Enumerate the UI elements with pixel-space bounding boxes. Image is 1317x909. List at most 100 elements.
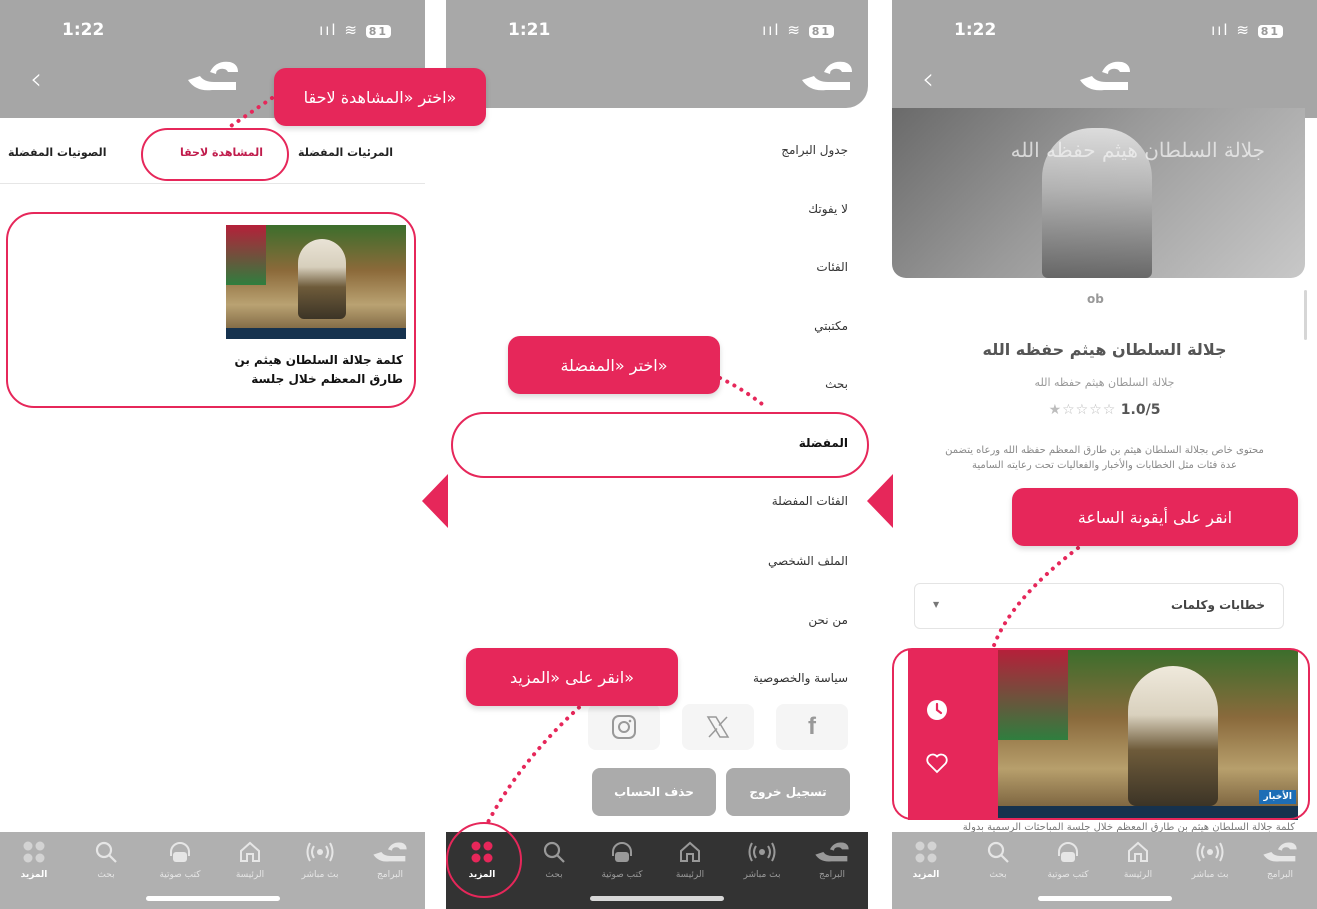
flow-arrow-icon (867, 474, 893, 528)
menu-favorite-categories[interactable]: الفئات المفضلة (772, 494, 848, 508)
category-dropdown[interactable]: خطابات وكلمات ▼ (914, 583, 1284, 629)
video-title: كلمة جلالة السلطان هيثم بن طارق المعظم خ… (234, 353, 403, 386)
menu-profile[interactable]: الملف الشخصي (768, 554, 848, 568)
nav-more[interactable]: المزيد (4, 832, 64, 892)
program-title: جلالة السلطان هيثم حفظه الله (982, 340, 1227, 359)
signal-icon: ııl ≋ (1211, 21, 1251, 39)
nav-home[interactable]: الرئيسة (660, 832, 720, 892)
nav-more[interactable]: المزيد (452, 832, 512, 892)
episode-item[interactable]: الأخبار (908, 650, 1298, 820)
bottom-nav: المزيد بحث كتب صوتية الرئيسة بث مباشر ال… (446, 832, 868, 909)
program-subtitle: جلالة السلطان هيثم حفظه الله (1034, 376, 1175, 389)
menu-schedule[interactable]: جدول البرامج (781, 143, 848, 157)
back-icon[interactable]: ‹ (922, 62, 934, 97)
nav-home[interactable]: الرئيسة (1108, 832, 1168, 892)
video-thumbnail (226, 225, 406, 339)
home-indicator (590, 896, 724, 901)
callout-clock: انقر على أيقونة الساعة (1012, 488, 1298, 546)
heart-icon[interactable] (925, 751, 949, 775)
logo-icon (815, 842, 849, 862)
grid-dots-icon (915, 841, 937, 863)
nav-audiobooks[interactable]: كتب صوتية (150, 832, 210, 892)
more-menu-screen: 1:21 ııl ≋ 81 جدول البرامج لا يفوتك الفئ… (446, 0, 868, 909)
nav-search[interactable]: بحث (76, 832, 136, 892)
home-indicator (145, 896, 280, 901)
bottom-nav: المزيد بحث كتب صوتية الرئيسة بث مباشر ال… (0, 832, 425, 909)
watch-later-screen: 1:22 ııl ≋ 81 ‹ المرئيات المفضلة المشاهد… (0, 0, 425, 909)
status-time: 1:21 (508, 20, 551, 40)
instagram-icon[interactable] (588, 704, 660, 750)
menu-favorites[interactable]: المفضلة (799, 436, 848, 450)
nav-audiobooks[interactable]: كتب صوتية (592, 832, 652, 892)
flow-arrow-icon (422, 474, 448, 528)
menu-my-library[interactable]: مكتبتي (814, 319, 848, 333)
battery-icon: 81 (808, 25, 834, 38)
battery-icon: 81 (1257, 25, 1283, 38)
episode-actions (908, 650, 998, 820)
app-logo-icon (1079, 61, 1130, 91)
rating-stars[interactable]: ★☆☆☆☆ (1049, 402, 1117, 418)
signal-icon: ııl ≋ (319, 21, 359, 39)
search-icon (95, 841, 117, 863)
channel-logo: ob (1087, 292, 1104, 306)
tab-favorite-audio[interactable]: الصوتيات المفضلة (8, 146, 106, 159)
app-logo-icon (802, 61, 852, 91)
bottom-nav: المزيد بحث كتب صوتية الرئيسة بث مباشر ال… (892, 832, 1317, 909)
broadcast-icon (306, 842, 334, 862)
home-icon (680, 841, 700, 862)
logout-button[interactable]: تسجيل خروج (726, 768, 850, 816)
callout-more: انقر على «المزيد» (466, 648, 678, 706)
search-icon (987, 841, 1009, 863)
watch-later-item[interactable]: كلمة جلالة السلطان هيثم بن طارق المعظم خ… (14, 225, 413, 400)
app-logo-icon (187, 61, 238, 91)
headphones-icon (1058, 842, 1078, 862)
program-hero-image: جلالة السلطان هيثم حفظه الله (892, 108, 1305, 278)
tab-favorite-videos[interactable]: المرئيات المفضلة (298, 146, 393, 159)
nav-programs[interactable]: البرامج (1250, 832, 1310, 892)
status-bar: 1:22 ııl ≋ 81 (0, 0, 425, 60)
nav-audiobooks[interactable]: كتب صوتية (1038, 832, 1098, 892)
facebook-icon[interactable]: f (776, 704, 848, 750)
menu-about-us[interactable]: من نحن (808, 613, 848, 627)
status-bar: 1:22 ııl ≋ 81 (892, 0, 1317, 60)
back-icon[interactable]: ‹ (30, 62, 42, 97)
scrollbar[interactable] (1304, 290, 1307, 340)
menu-privacy-policy[interactable]: سياسة والخصوصية (753, 671, 848, 685)
chevron-down-icon: ▼ (933, 600, 940, 609)
menu-categories[interactable]: الفئات (816, 260, 848, 274)
grid-dots-icon (23, 841, 45, 863)
nav-more[interactable]: المزيد (896, 832, 956, 892)
menu-search[interactable]: بحث (825, 377, 848, 391)
callout-favorites: اختر «المفضلة» (508, 336, 720, 394)
logo-icon (373, 842, 407, 862)
episode-thumbnail[interactable]: الأخبار (998, 650, 1298, 820)
broadcast-icon (1196, 842, 1224, 862)
signal-icon: ııl ≋ (762, 21, 802, 39)
home-icon (1128, 841, 1148, 862)
program-detail-screen: 1:22 ııl ≋ 81 ‹ جلالة السلطان هيثم حفظه … (892, 0, 1317, 909)
home-icon (240, 841, 260, 862)
search-icon (543, 841, 565, 863)
nav-programs[interactable]: البرامج (802, 832, 862, 892)
nav-live[interactable]: بث مباشر (732, 832, 792, 892)
status-icons: ııl ≋ 81 (319, 21, 391, 39)
nav-search[interactable]: بحث (968, 832, 1028, 892)
favorites-tabs: المرئيات المفضلة المشاهدة لاحقا الصوتيات… (0, 118, 425, 184)
status-icons: ııl ≋ 81 (1211, 21, 1283, 39)
x-icon[interactable] (682, 704, 754, 750)
nav-search[interactable]: بحث (524, 832, 584, 892)
nav-programs[interactable]: البرامج (360, 832, 420, 892)
program-rating: ★☆☆☆☆ 1.0/5 (892, 402, 1317, 418)
menu-dont-miss[interactable]: لا يفوتك (808, 202, 848, 216)
headphones-icon (170, 842, 190, 862)
delete-account-button[interactable]: حذف الحساب (592, 768, 716, 816)
nav-live[interactable]: بث مباشر (290, 832, 350, 892)
battery-icon: 81 (365, 25, 391, 38)
clock-icon[interactable] (925, 698, 949, 722)
status-time: 1:22 (62, 20, 105, 40)
home-indicator (1037, 896, 1172, 901)
hero-calligraphy: جلالة السلطان هيثم حفظه الله (1010, 138, 1265, 162)
nav-live[interactable]: بث مباشر (1180, 832, 1240, 892)
nav-home[interactable]: الرئيسة (220, 832, 280, 892)
tab-watch-later[interactable]: المشاهدة لاحقا (180, 146, 263, 159)
